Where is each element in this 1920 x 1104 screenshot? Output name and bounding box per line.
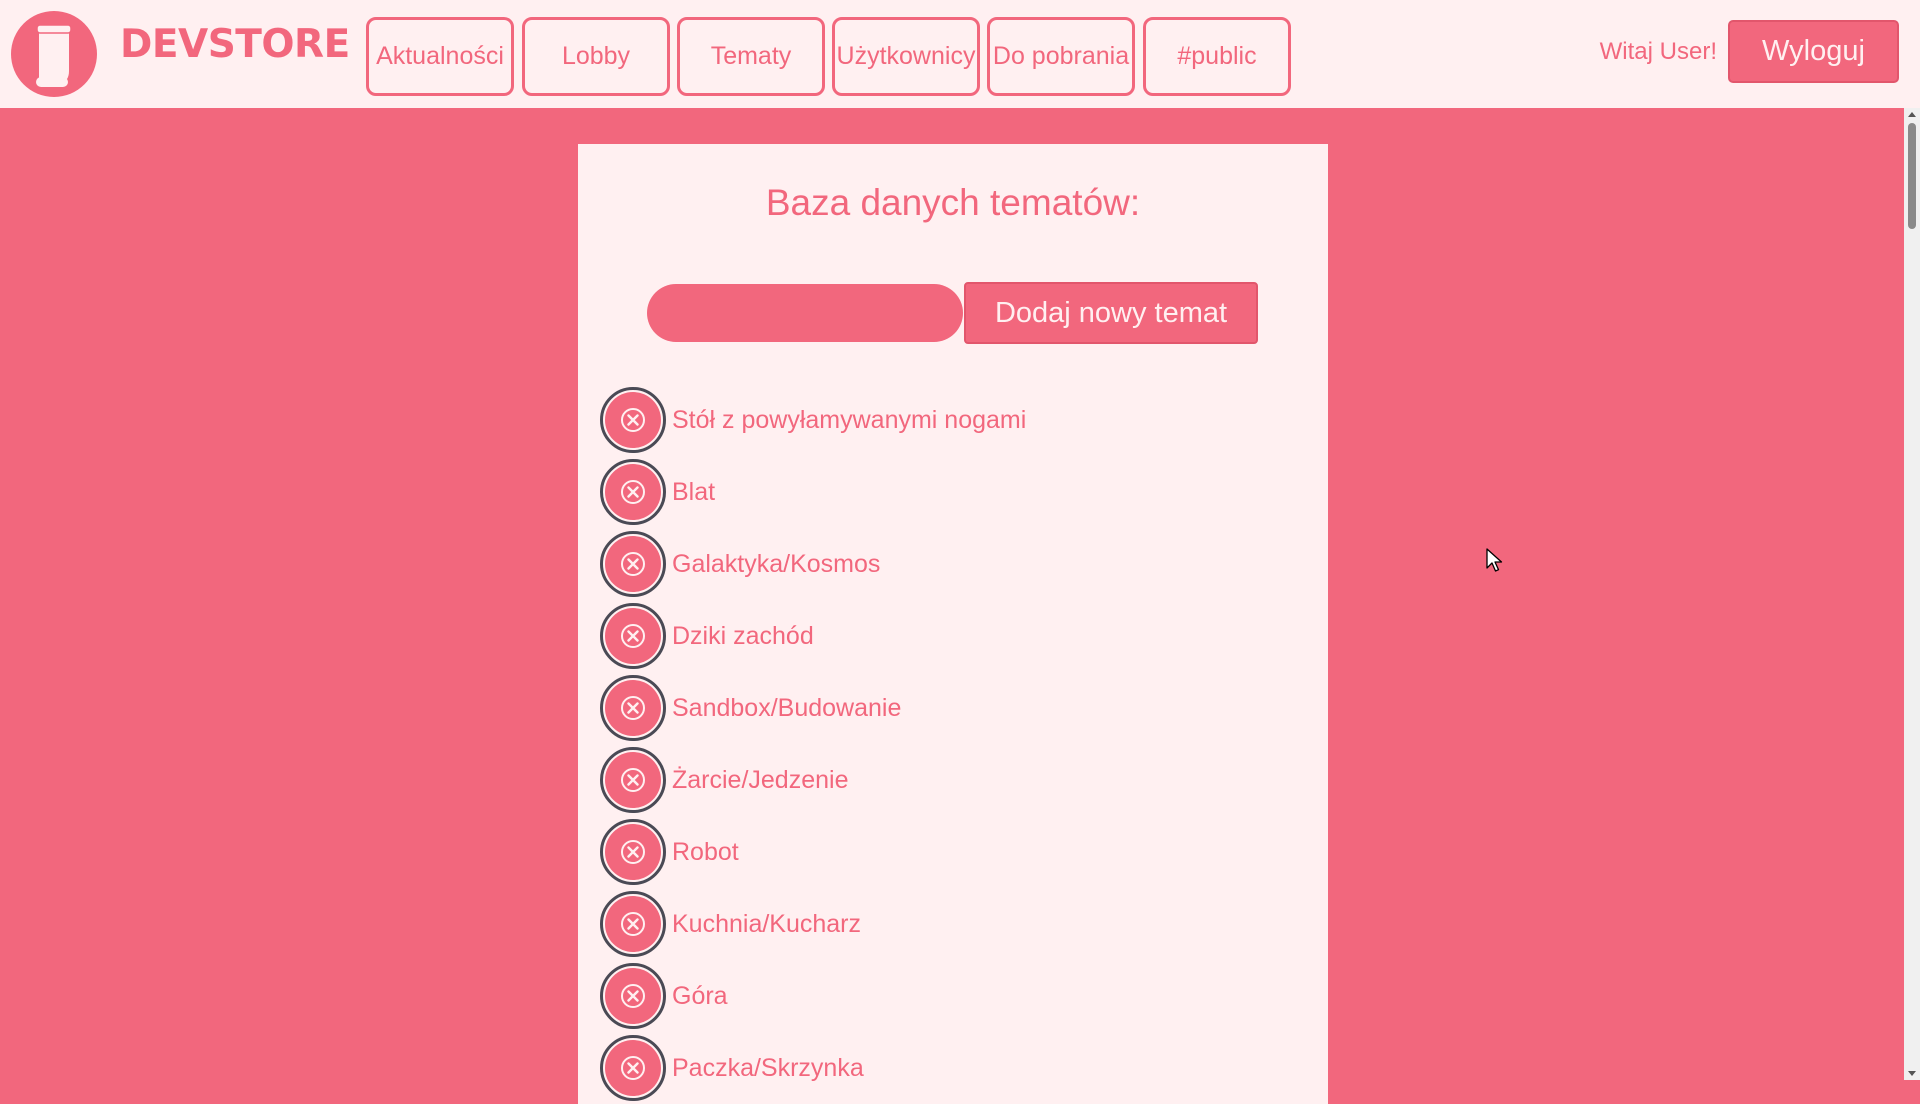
delete-topic-button[interactable] — [600, 603, 666, 669]
scroll-up-icon[interactable] — [1908, 112, 1916, 117]
topic-name: Góra — [672, 981, 728, 1010]
close-icon — [621, 480, 645, 504]
list-item: Sandbox/Budowanie — [600, 672, 1300, 744]
new-topic-input[interactable] — [647, 284, 963, 342]
scroll-down-icon[interactable] — [1908, 1071, 1916, 1076]
logout-button[interactable]: Wyloguj — [1728, 20, 1899, 83]
topic-name: Robot — [672, 837, 739, 866]
topic-name: Sandbox/Budowanie — [672, 693, 902, 722]
logo[interactable] — [11, 11, 97, 97]
user-greeting: Witaj User! — [1599, 38, 1717, 65]
list-item: Stół z powyłamywanymi nogami — [600, 384, 1300, 456]
list-item: Blat — [600, 456, 1300, 528]
topic-name: Kuchnia/Kucharz — [672, 909, 862, 938]
topic-name: Dziki zachód — [672, 621, 814, 650]
brand-name[interactable]: DEVSTORE — [120, 22, 350, 67]
topic-name: Żarcie/Jedzenie — [672, 765, 849, 794]
page-title: Baza danych tematów: — [765, 182, 1141, 223]
delete-topic-button[interactable] — [600, 963, 666, 1029]
list-item: Dziki zachód — [600, 600, 1300, 672]
nav-uzytkownicy[interactable]: Użytkownicy — [832, 17, 980, 96]
nav-aktualnosci[interactable]: Aktualności — [366, 17, 514, 96]
delete-topic-button[interactable] — [600, 531, 666, 597]
close-icon — [621, 984, 645, 1008]
topic-name: Blat — [672, 477, 716, 506]
topic-name: Stół z powyłamywanymi nogami — [672, 405, 1027, 434]
topic-list: Stół z powyłamywanymi nogami Blat Galakt… — [600, 384, 1300, 1104]
delete-topic-button[interactable] — [600, 675, 666, 741]
close-icon — [621, 696, 645, 720]
topics-panel: Baza danych tematów: Dodaj nowy temat St… — [578, 144, 1328, 1104]
nav-lobby[interactable]: Lobby — [522, 17, 670, 96]
close-icon — [621, 768, 645, 792]
mouse-cursor-icon — [1486, 548, 1503, 572]
delete-topic-button[interactable] — [600, 891, 666, 957]
list-item: Kuchnia/Kucharz — [600, 888, 1300, 960]
topic-name: Paczka/Skrzynka — [672, 1053, 864, 1082]
list-item: Góra — [600, 960, 1300, 1032]
list-item: Paczka/Skrzynka — [600, 1032, 1300, 1104]
delete-topic-button[interactable] — [600, 747, 666, 813]
top-bar: DEVSTORE Aktualności Lobby Tematy Użytko… — [0, 0, 1920, 108]
list-item: Galaktyka/Kosmos — [600, 528, 1300, 600]
close-icon — [621, 552, 645, 576]
delete-topic-button[interactable] — [600, 819, 666, 885]
close-icon — [621, 840, 645, 864]
nav-do-pobrania[interactable]: Do pobrania — [987, 17, 1135, 96]
topic-name: Galaktyka/Kosmos — [672, 549, 881, 578]
close-icon — [621, 624, 645, 648]
delete-topic-button[interactable] — [600, 459, 666, 525]
close-icon — [621, 408, 645, 432]
close-icon — [621, 912, 645, 936]
page-scrollbar[interactable] — [1904, 108, 1920, 1080]
delete-topic-button[interactable] — [600, 1035, 666, 1101]
nav-public[interactable]: #public — [1143, 17, 1291, 96]
add-topic-button[interactable]: Dodaj nowy temat — [964, 282, 1258, 344]
scroll-thumb[interactable] — [1908, 123, 1916, 229]
jar-icon — [36, 24, 72, 87]
list-item: Robot — [600, 816, 1300, 888]
close-icon — [621, 1056, 645, 1080]
list-item: Żarcie/Jedzenie — [600, 744, 1300, 816]
delete-topic-button[interactable] — [600, 387, 666, 453]
nav-tematy[interactable]: Tematy — [677, 17, 825, 96]
